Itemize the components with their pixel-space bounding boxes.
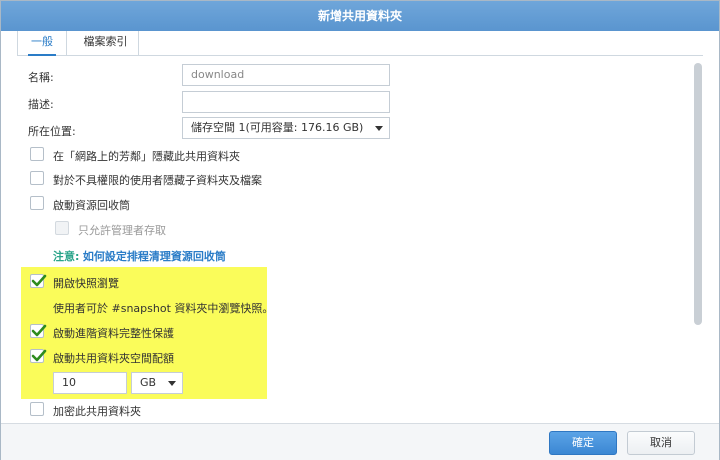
ok-button[interactable]: 確定 [549, 431, 617, 455]
tab-bar: 一般 檔案索引 [17, 31, 703, 56]
hide-subfolders-label: 對於不具權限的使用者隱藏子資料夾及檔案 [53, 174, 262, 187]
dialog-footer: 確定 取消 [1, 423, 719, 460]
recycle-bin-schedule-link[interactable]: 如何設定排程清理資源回收筒 [83, 250, 226, 263]
quota-size-field[interactable]: 10 [53, 372, 127, 394]
snapshot-hint: 使用者可於 #snapshot 資料夾中瀏覽快照。 [53, 302, 274, 315]
tab-general[interactable]: 一般 [17, 31, 67, 56]
quota-checkbox[interactable] [30, 349, 47, 363]
description-label: 描述: [28, 98, 54, 111]
quota-unit-value: GB [140, 376, 157, 389]
recycle-bin-note: 注意: 如何設定排程清理資源回收筒 [53, 248, 226, 264]
snapshot-browse-label: 開啟快照瀏覽 [53, 277, 119, 290]
admin-only-checkbox[interactable] [55, 221, 69, 235]
name-field[interactable]: download [182, 64, 390, 86]
dialog-title: 新增共用資料夾 [1, 1, 719, 31]
checkmark-icon [31, 324, 47, 337]
location-label: 所在位置: [28, 125, 76, 138]
checkmark-icon [31, 274, 47, 287]
recycle-bin-checkbox[interactable] [30, 196, 44, 210]
name-label: 名稱: [28, 71, 54, 84]
snapshot-browse-checkbox[interactable] [30, 274, 47, 288]
encrypt-label: 加密此共用資料夾 [53, 405, 141, 418]
chevron-down-icon [375, 126, 383, 131]
chevron-down-icon [168, 381, 176, 386]
data-integrity-label: 啟動進階資料完整性保護 [53, 327, 174, 340]
note-prefix: 注意: [53, 250, 80, 263]
new-shared-folder-dialog: 新增共用資料夾 一般 檔案索引 名稱: download 描述: 所在位置: 儲… [0, 0, 720, 460]
admin-only-label: 只允許管理者存取 [78, 224, 166, 237]
hide-subfolders-checkbox[interactable] [30, 171, 44, 185]
scrollbar[interactable] [694, 63, 702, 325]
description-field[interactable] [182, 91, 390, 113]
data-integrity-checkbox[interactable] [30, 324, 47, 338]
location-select[interactable]: 儲存空間 1(可用容量: 176.16 GB) [182, 117, 390, 139]
hide-in-network-checkbox[interactable] [30, 147, 44, 161]
recycle-bin-label: 啟動資源回收筒 [53, 199, 130, 212]
cancel-button[interactable]: 取消 [627, 431, 695, 455]
encrypt-checkbox[interactable] [30, 402, 44, 416]
quota-label: 啟動共用資料夾空間配額 [53, 352, 174, 365]
checkmark-icon [31, 349, 47, 362]
tab-file-indexing[interactable]: 檔案索引 [73, 31, 139, 55]
quota-unit-select[interactable]: GB [131, 372, 183, 394]
hide-in-network-label: 在「網路上的芳鄰」隱藏此共用資料夾 [53, 150, 240, 163]
location-select-value: 儲存空間 1(可用容量: 176.16 GB) [191, 121, 364, 134]
